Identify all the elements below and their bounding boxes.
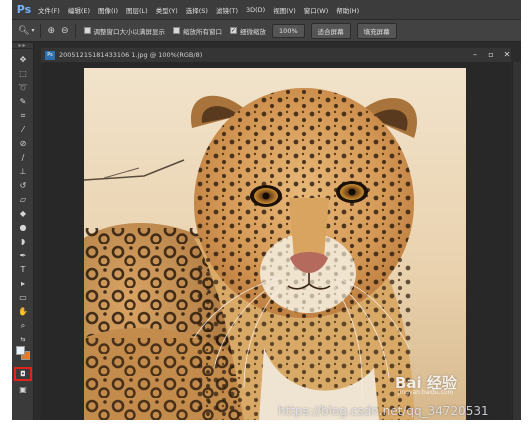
menu-3d[interactable]: 3D(D)	[246, 6, 265, 14]
document-ps-icon: Ps	[45, 50, 55, 60]
dodge-tool-icon[interactable]: ◗	[12, 235, 34, 248]
tool-preset-chevron-icon[interactable]: ▾	[31, 27, 34, 34]
scrubby-zoom-checkbox[interactable]: ✓	[230, 27, 238, 34]
menu-view[interactable]: 视图(V)	[273, 5, 296, 15]
type-tool-icon[interactable]: T	[12, 263, 34, 276]
crop-tool-icon[interactable]: ⌗	[12, 109, 34, 122]
resize-windows-label: 调整窗口大小以满屏显示	[93, 27, 166, 36]
maximize-icon[interactable]: ▫	[483, 49, 499, 60]
csdn-url-watermark: https://blog.csdn.net/qq_34720531	[278, 404, 489, 418]
menu-window[interactable]: 窗口(W)	[304, 5, 329, 15]
menu-type[interactable]: 类型(Y)	[156, 5, 178, 15]
resize-windows-checkbox[interactable]	[83, 27, 91, 34]
fill-screen-button[interactable]: 填充屏幕	[356, 22, 397, 39]
menu-file[interactable]: 文件(F)	[38, 5, 60, 15]
healing-brush-tool-icon[interactable]: ⊘	[12, 137, 34, 150]
menu-select[interactable]: 选择(S)	[186, 5, 208, 15]
tools-panel: ▸▸ ✥ ⬚ ➰ ✎ ⌗ ⁄ ⊘ ∕ ⊥ ↺ ▱ ◆ ● ◗ ✒ T ▸ ▭ ✋…	[12, 42, 34, 420]
options-separator	[40, 23, 42, 38]
menu-help[interactable]: 帮助(H)	[336, 5, 359, 15]
menu-bar: Ps 文件(F) 编辑(E) 图像(I) 图层(L) 类型(Y) 选择(S) 滤…	[12, 0, 521, 20]
menu-edit[interactable]: 编辑(E)	[68, 5, 90, 15]
quick-mask-icon[interactable]: ◘	[14, 367, 32, 381]
tools-panel-grip[interactable]: ▸▸	[12, 42, 33, 49]
zoom-tool-icon[interactable]: 🔍︎	[18, 26, 29, 36]
minimize-icon[interactable]: –	[467, 49, 483, 60]
menu-filter[interactable]: 滤镜(T)	[216, 5, 238, 15]
close-icon[interactable]: ✕	[499, 49, 515, 60]
eraser-tool-icon[interactable]: ▱	[12, 193, 34, 206]
document-tab[interactable]: Ps 20051215181433106 1.jpg @ 100%(RGB/8)…	[41, 48, 511, 62]
lasso-tool-icon[interactable]: ➰	[12, 81, 34, 94]
brush-tool-icon[interactable]: ∕	[12, 151, 34, 164]
rectangle-tool-icon[interactable]: ▭	[12, 291, 34, 304]
leopard-photo	[84, 68, 466, 420]
move-tool-icon[interactable]: ✥	[12, 53, 34, 66]
quick-selection-tool-icon[interactable]: ✎	[12, 95, 34, 108]
blur-tool-icon[interactable]: ●	[12, 221, 34, 234]
default-colors-icon[interactable]: ⇆	[12, 333, 34, 346]
document-title: 20051215181433106 1.jpg @ 100%(RGB/8)	[59, 51, 203, 59]
clone-stamp-tool-icon[interactable]: ⊥	[12, 165, 34, 178]
paint-bucket-tool-icon[interactable]: ◆	[12, 207, 34, 220]
zoom-all-windows-label: 缩放所有窗口	[183, 27, 223, 36]
scrubby-zoom-label: 细微缩放	[240, 27, 267, 36]
options-bar: 🔍︎ ▾ ⊕ ⊖ 调整窗口大小以满屏显示 缩放所有窗口 ✓ 细微缩放 100% …	[12, 20, 521, 42]
menu-image[interactable]: 图像(I)	[98, 5, 118, 15]
canvas-image-leopard[interactable]	[84, 68, 466, 420]
actual-pixels-button[interactable]: 100%	[272, 23, 305, 38]
foreground-color-swatch[interactable]	[16, 346, 25, 355]
ps-logo: Ps	[16, 3, 32, 16]
hand-tool-icon[interactable]: ✋	[12, 305, 34, 318]
baidu-jingyan-sub-watermark: jingyan.baidu.com	[398, 389, 454, 396]
zoom-out-icon[interactable]: ⊖	[61, 26, 69, 36]
zoom-all-windows-checkbox[interactable]	[173, 27, 181, 34]
zoom-tool-panel-icon[interactable]: ⌕	[12, 319, 34, 332]
zoom-in-icon[interactable]: ⊕	[47, 26, 55, 36]
menu-layer[interactable]: 图层(L)	[126, 5, 148, 15]
fit-screen-button[interactable]: 适合屏幕	[310, 22, 351, 39]
marquee-tool-icon[interactable]: ⬚	[12, 67, 34, 80]
pen-tool-icon[interactable]: ✒	[12, 249, 34, 262]
vertical-scrollbar[interactable]	[512, 62, 521, 420]
eyedropper-tool-icon[interactable]: ⁄	[12, 123, 34, 136]
screen-mode-icon[interactable]: ▣	[12, 383, 34, 396]
options-separator	[74, 23, 76, 38]
history-brush-tool-icon[interactable]: ↺	[12, 179, 34, 192]
path-selection-tool-icon[interactable]: ▸	[12, 277, 34, 290]
